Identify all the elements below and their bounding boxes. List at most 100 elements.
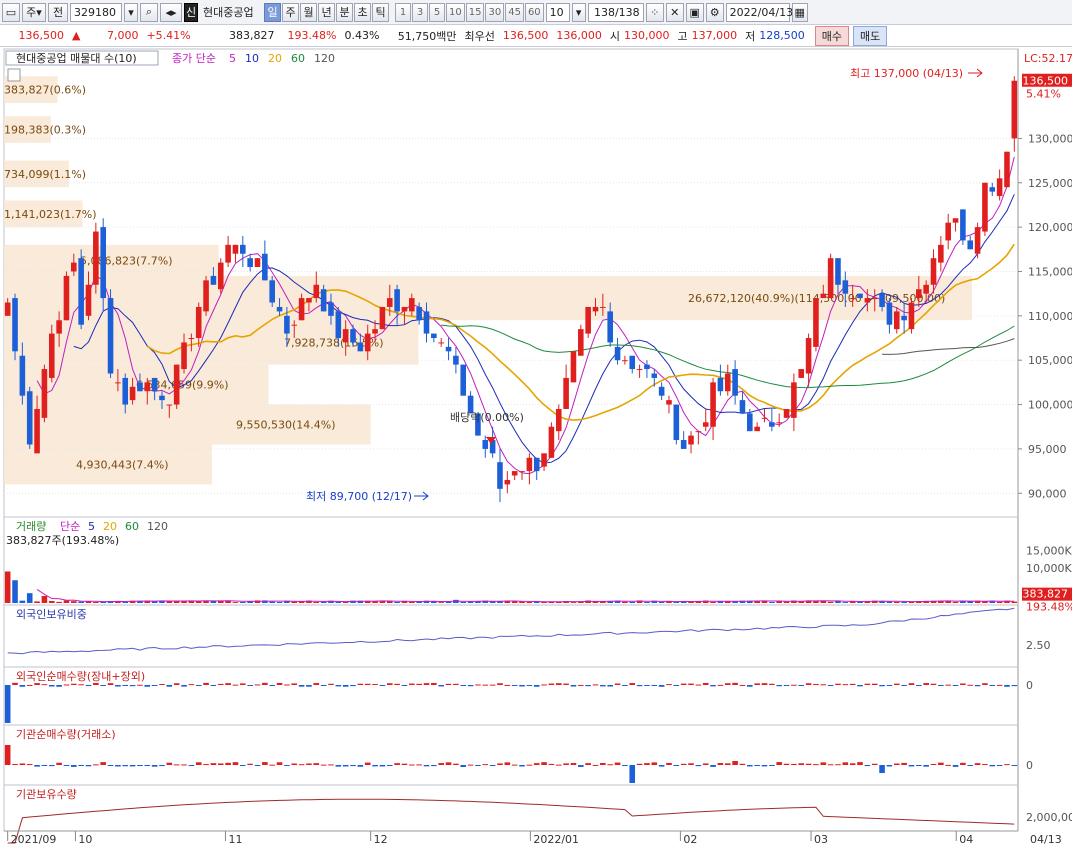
period-tab[interactable]: 주 bbox=[282, 2, 299, 22]
foreign-net-bar bbox=[849, 683, 856, 685]
period-select[interactable]: 전 bbox=[48, 2, 68, 22]
foreign-net-bar bbox=[702, 682, 709, 685]
candle-body bbox=[563, 377, 569, 409]
institution-net-bar bbox=[835, 764, 841, 766]
chevron-down-icon[interactable]: ▾ bbox=[571, 2, 586, 22]
interval-tab[interactable]: 5 bbox=[429, 2, 445, 22]
gear-icon[interactable]: ⚙ bbox=[705, 2, 724, 22]
window-icon[interactable]: ▭ bbox=[2, 2, 20, 22]
foreign-net-bar bbox=[4, 685, 11, 723]
candle-body bbox=[291, 324, 298, 326]
candle-body bbox=[996, 178, 1003, 197]
foreign-net-bar bbox=[724, 683, 731, 685]
candle-body bbox=[254, 258, 261, 268]
candle-body bbox=[262, 253, 268, 281]
period-tab[interactable]: 초 bbox=[354, 2, 371, 22]
candle-body bbox=[298, 298, 305, 321]
institution-net-bar bbox=[607, 764, 613, 766]
interval-tab[interactable]: 3 bbox=[412, 2, 428, 22]
ma-period-label: 10 bbox=[245, 52, 259, 65]
item-type-select[interactable]: 주 ▾ bbox=[22, 2, 46, 22]
candle-body bbox=[827, 258, 834, 299]
candle-body bbox=[776, 422, 782, 424]
foreign-net-bar bbox=[541, 684, 547, 686]
interval-tab[interactable]: 60 bbox=[524, 2, 544, 22]
candle-body bbox=[320, 289, 327, 312]
candle-body bbox=[783, 408, 790, 418]
foreign-net-bar bbox=[460, 685, 467, 686]
institution-net-bar bbox=[820, 762, 827, 765]
institution-net-bar bbox=[585, 763, 591, 765]
candle-body bbox=[240, 244, 246, 254]
buy-button[interactable]: 매수 bbox=[814, 25, 849, 46]
chart-area[interactable]: 383,827(0.6%) 198,383(0.3%) 734,099(1.1%) 1… bbox=[0, 47, 1072, 847]
volume-bar bbox=[269, 601, 275, 603]
foreign-net-bar bbox=[783, 685, 790, 686]
institution-net-bar bbox=[181, 764, 187, 766]
volume-bar bbox=[320, 601, 327, 603]
cross-tool-icon[interactable]: ✕ bbox=[665, 2, 684, 22]
new-listing-badge: 신 bbox=[184, 2, 198, 22]
y-tick-label: 95,000 bbox=[1028, 443, 1067, 456]
grid-icon[interactable]: ⁘ bbox=[645, 2, 664, 22]
candle-body bbox=[394, 289, 400, 312]
institution-net-bar bbox=[26, 764, 33, 766]
panel-frame bbox=[3, 784, 1019, 832]
volume-tag-text: 383,827 bbox=[1023, 588, 1069, 601]
current-price-tag-text: 136,500 bbox=[1023, 75, 1069, 88]
candle-body bbox=[107, 298, 114, 374]
candle-body bbox=[284, 315, 290, 334]
candle-body bbox=[328, 302, 334, 316]
candle-body bbox=[166, 404, 173, 406]
count-select[interactable]: 10 bbox=[545, 2, 570, 22]
date-field[interactable]: 2022/04/13 bbox=[725, 2, 793, 22]
period-tab[interactable]: 년 bbox=[318, 2, 335, 22]
candle-body bbox=[695, 431, 702, 433]
candle-body bbox=[203, 280, 209, 312]
save-icon[interactable]: ▣ bbox=[685, 2, 704, 22]
stock-code-input[interactable]: 329180 bbox=[70, 2, 122, 22]
foreign-net-bar bbox=[717, 684, 724, 686]
search-icon[interactable]: ⌕ bbox=[140, 2, 158, 22]
candle-body bbox=[19, 355, 26, 396]
period-tab[interactable]: 월 bbox=[300, 2, 317, 22]
volume-bar bbox=[842, 602, 849, 603]
volume-profile-label: 9,550,530(14.4%) bbox=[236, 419, 336, 432]
ask-price: 136,500 bbox=[502, 29, 549, 42]
period-tab[interactable]: 일 bbox=[264, 2, 281, 22]
candle-body bbox=[26, 391, 33, 445]
candle-body bbox=[129, 386, 136, 401]
foreign-net-bar bbox=[276, 682, 283, 685]
period-tab[interactable]: 분 bbox=[336, 2, 353, 22]
interval-tab[interactable]: 15 bbox=[465, 2, 485, 22]
candle-body bbox=[533, 457, 540, 472]
candle-body bbox=[724, 373, 731, 392]
x-tick-label: 11 bbox=[228, 833, 242, 846]
institution-net-bar bbox=[989, 765, 996, 767]
chevron-down-icon[interactable]: ▾ bbox=[124, 2, 138, 22]
institution-net-bar bbox=[754, 765, 760, 766]
candle-body bbox=[908, 302, 915, 330]
interval-tab[interactable]: 30 bbox=[485, 2, 505, 22]
period-tab[interactable]: 틱 bbox=[372, 2, 389, 22]
institution-net-bar bbox=[445, 762, 452, 765]
candle-body bbox=[247, 258, 253, 268]
institution-net-bar bbox=[526, 764, 533, 766]
institution-net-bar bbox=[695, 765, 702, 767]
sell-button[interactable]: 매도 bbox=[852, 25, 888, 46]
institution-net-bar bbox=[769, 765, 775, 766]
foreign-net-bar bbox=[710, 685, 716, 687]
foreign-net-bar bbox=[511, 685, 518, 686]
foreign-net-bar bbox=[93, 682, 99, 685]
institution-net-bar bbox=[614, 762, 621, 765]
interval-tab[interactable]: 1 bbox=[395, 2, 411, 22]
institution-net-bar bbox=[372, 765, 378, 767]
candle-body bbox=[12, 298, 18, 352]
speaker-icon[interactable]: ◂▸ bbox=[160, 2, 182, 22]
interval-tab[interactable]: 10 bbox=[446, 2, 465, 22]
interval-tab[interactable]: 45 bbox=[505, 2, 524, 22]
candle-body bbox=[335, 311, 342, 339]
institution-net-bar bbox=[952, 765, 959, 767]
calendar-icon[interactable]: ▦ bbox=[791, 2, 808, 22]
candle-body bbox=[453, 355, 459, 365]
